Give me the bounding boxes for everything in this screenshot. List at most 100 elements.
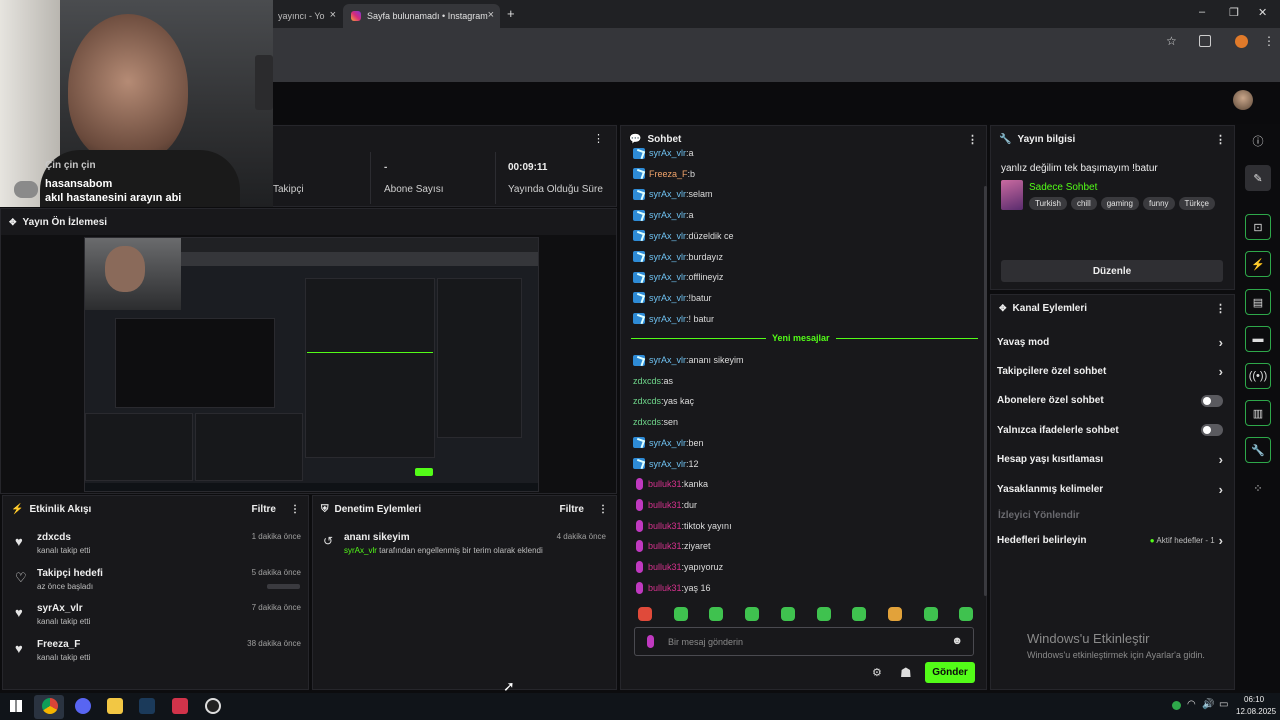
toggle-switch[interactable]: [1201, 394, 1223, 407]
channel-action-item[interactable]: Yalnızca ifadelerle sohbet: [997, 420, 1223, 440]
chat-username[interactable]: syrAx_vlr: [649, 272, 686, 282]
close-tab-icon[interactable]: ×: [488, 9, 494, 21]
bot-icon[interactable]: ☗: [900, 665, 912, 681]
emote-icon[interactable]: [959, 607, 974, 621]
emote-icon[interactable]: [816, 607, 831, 621]
screen-icon[interactable]: ⊡: [1245, 214, 1271, 240]
valorant-icon[interactable]: [172, 698, 188, 714]
document-icon[interactable]: ▤: [1245, 289, 1271, 315]
stream-info-menu-icon[interactable]: ⋮: [1215, 133, 1226, 146]
chrome-icon[interactable]: [42, 698, 58, 714]
restore-icon[interactable]: ❐: [1229, 6, 1239, 19]
user-avatar[interactable]: [1233, 90, 1253, 110]
emote-icon[interactable]: [923, 607, 938, 621]
apps-icon[interactable]: ⁘: [1245, 475, 1271, 501]
channel-action-item[interactable]: Yavaş mod ›: [997, 332, 1223, 352]
extensions-icon[interactable]: [1199, 35, 1211, 47]
chat-username[interactable]: Freeza_F: [649, 169, 688, 179]
file-explorer-icon[interactable]: [107, 698, 123, 714]
chat-text: !batur: [688, 292, 712, 303]
minimize-icon[interactable]: –: [1199, 6, 1205, 18]
chat-username[interactable]: syrAx_vlr: [649, 210, 686, 220]
stats-menu-icon[interactable]: ⋮: [593, 132, 604, 145]
nested-new-line: [307, 352, 433, 353]
event-description: az önce başladı: [37, 581, 94, 591]
subs-value: -: [384, 162, 388, 173]
profile-avatar[interactable]: [1235, 35, 1248, 48]
tray-status-icon[interactable]: [1172, 701, 1181, 710]
close-tab-icon[interactable]: ×: [330, 9, 336, 21]
emoji-icon[interactable]: ☻: [951, 635, 963, 647]
activity-menu-icon[interactable]: ⋮: [290, 504, 300, 515]
edit-pencil-icon[interactable]: ✎: [1245, 165, 1271, 191]
emote-icon[interactable]: [745, 607, 760, 621]
chat-menu-icon[interactable]: ⋮: [967, 133, 978, 146]
close-window-icon[interactable]: ✕: [1258, 6, 1267, 19]
chat-username[interactable]: syrAx_vlr: [649, 293, 686, 303]
emote-icon[interactable]: [638, 607, 652, 621]
chat-username[interactable]: syrAx_vlr: [649, 314, 686, 324]
wifi-icon[interactable]: ◠: [1187, 699, 1196, 710]
obs-icon[interactable]: [205, 698, 221, 714]
settings-gear-icon[interactable]: ⚙: [872, 666, 882, 679]
chat-username[interactable]: zdxcds: [633, 376, 661, 386]
broadcast-icon[interactable]: ((•)): [1245, 363, 1271, 389]
chat-username[interactable]: syrAx_vlr: [649, 189, 686, 199]
emote-icon[interactable]: [673, 607, 688, 621]
toggle-switch[interactable]: [1201, 424, 1223, 437]
nested-addressbar: [181, 252, 538, 266]
volume-icon[interactable]: 🔊: [1202, 699, 1214, 710]
chat-username[interactable]: bulluk31: [648, 521, 682, 531]
emote-icon[interactable]: [887, 607, 902, 621]
moderation-menu-icon[interactable]: ⋮: [598, 504, 608, 515]
chat-scrollbar[interactable]: [984, 186, 987, 596]
chat-username[interactable]: bulluk31: [648, 500, 682, 510]
wrench-icon[interactable]: 🔧: [1245, 437, 1271, 463]
activity-filter-button[interactable]: Filtre: [252, 504, 276, 515]
channel-action-item[interactable]: Yasaklanmış kelimeler ›: [997, 479, 1223, 499]
emote-icon[interactable]: [709, 607, 724, 621]
chat-username[interactable]: bulluk31: [648, 479, 682, 489]
undo-icon[interactable]: ↺: [323, 534, 333, 548]
star-icon[interactable]: ☆: [1166, 34, 1177, 48]
browser-tab[interactable]: yayıncı - Yo ×: [270, 4, 342, 28]
chat-input[interactable]: Bir mesaj gönderin ☻: [634, 627, 974, 656]
category-name[interactable]: Sadece Sohbet: [1029, 182, 1097, 193]
moderation-filter-button[interactable]: Filtre: [560, 504, 584, 515]
channel-action-item[interactable]: Takipçilere özel sohbet ›: [997, 361, 1223, 381]
chat-icon[interactable]: ▬: [1245, 326, 1271, 352]
edit-button[interactable]: Düzenle: [1001, 260, 1223, 282]
chat-username[interactable]: bulluk31: [648, 583, 682, 593]
new-tab-button[interactable]: +: [507, 6, 515, 21]
send-button[interactable]: Gönder: [925, 662, 975, 683]
chat-username[interactable]: syrAx_vlr: [649, 252, 686, 262]
notification-icon[interactable]: ▭: [1219, 699, 1228, 710]
emote-icon[interactable]: [780, 607, 795, 621]
layout-icon[interactable]: ▥: [1245, 400, 1271, 426]
chat-message: bulluk31: tiktok yayını: [633, 519, 732, 533]
lightning-icon[interactable]: ⚡: [1245, 251, 1271, 277]
user-avatar: [14, 181, 38, 198]
channel-action-item[interactable]: Abonelere özel sohbet: [997, 391, 1223, 411]
channel-actions-menu-icon[interactable]: ⋮: [1215, 302, 1226, 315]
chat-username[interactable]: bulluk31: [648, 562, 682, 572]
browser-menu-icon[interactable]: ⋮: [1263, 34, 1275, 48]
targets-item[interactable]: Hedefleri belirleyin ● Aktif hedefler - …: [997, 530, 1223, 550]
chat-username[interactable]: syrAx_vlr: [649, 148, 686, 158]
discord-icon[interactable]: [75, 698, 91, 714]
chat-username[interactable]: syrAx_vlr: [649, 438, 686, 448]
browser-tab-active[interactable]: Sayfa bulunamadı • Instagram ×: [343, 4, 500, 28]
channel-action-label: Takipçilere özel sohbet: [997, 365, 1107, 377]
chat-username[interactable]: bulluk31: [648, 541, 682, 551]
windows-start-icon[interactable]: [10, 700, 22, 712]
info-icon[interactable]: ⓘ: [1245, 128, 1271, 154]
emote-icon[interactable]: [852, 607, 867, 621]
chat-username[interactable]: syrAx_vlr: [649, 459, 686, 469]
channel-action-item[interactable]: Hesap yaşı kısıtlaması ›: [997, 450, 1223, 470]
chat-username[interactable]: zdxcds: [633, 396, 661, 406]
chat-username[interactable]: syrAx_vlr: [649, 355, 686, 365]
preview-video[interactable]: [84, 237, 539, 492]
steam-icon[interactable]: [139, 698, 155, 714]
chat-username[interactable]: zdxcds: [633, 417, 661, 427]
chat-username[interactable]: syrAx_vlr: [649, 231, 686, 241]
